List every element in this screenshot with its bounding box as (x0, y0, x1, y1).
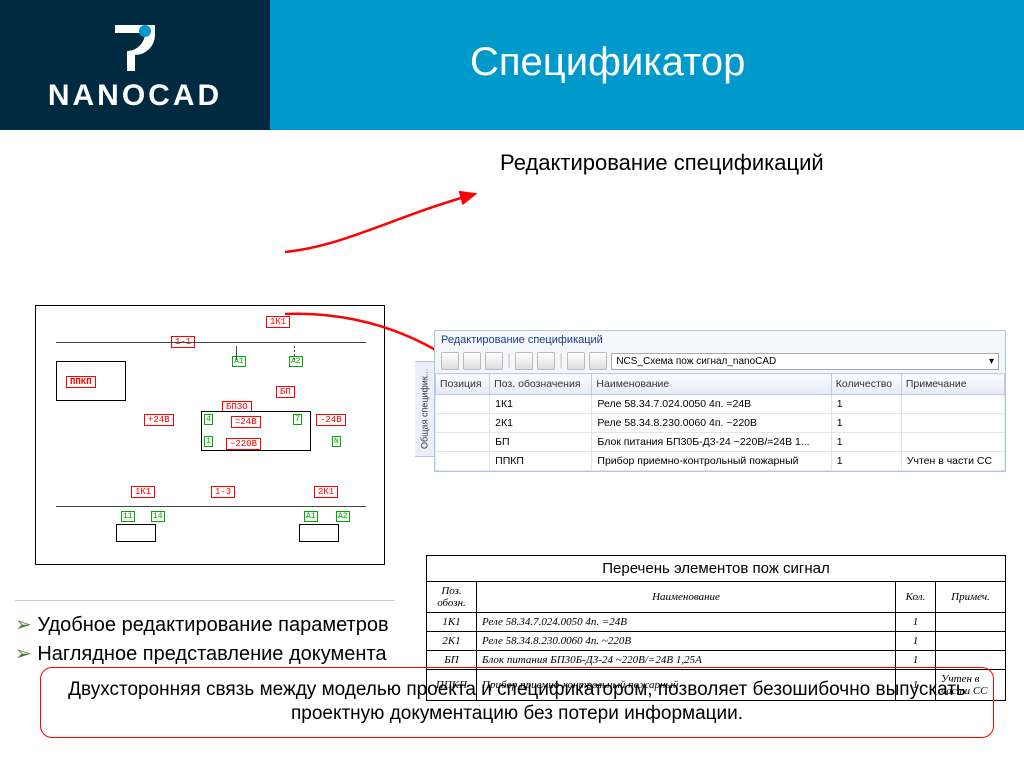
toolbar-icon[interactable] (441, 352, 459, 370)
bullet-list: Удобное редактирование параметров Нагляд… (15, 600, 395, 671)
spec-col-header: Поз. обозначения (490, 374, 592, 395)
table-cell: 2К1 (490, 414, 592, 433)
table-cell: 1 (831, 414, 901, 433)
table-cell: Реле 58.34.7.024.0050 4п. =24В (592, 395, 831, 414)
sch-lbl: +24В (144, 414, 174, 426)
table-cell (436, 433, 490, 452)
spec-toolbar: | | NCS_Схема пож сигнал_nanoCAD ▾ (435, 349, 1005, 373)
logo-icon (105, 17, 165, 73)
toolbar-icon[interactable] (567, 352, 585, 370)
sch-lbl: 14 (151, 511, 165, 522)
sch-lbl: -24В (316, 414, 346, 426)
brand-text: NANOCAD (48, 79, 222, 113)
sch-lbl: 1К1 (266, 316, 290, 328)
sch-lbl: 1-3 (211, 486, 235, 498)
spec-dropdown[interactable]: NCS_Схема пож сигнал_nanoCAD ▾ (611, 353, 999, 370)
table-cell (436, 395, 490, 414)
brand-logo-block: NANOCAD (0, 0, 270, 130)
sch-lbl: 11 (121, 511, 135, 522)
sch-lbl: =24В (231, 416, 261, 428)
spec-window-title: Редактирование спецификаций (435, 331, 1005, 349)
chevron-down-icon: ▾ (989, 356, 994, 367)
output-table-title: Перечень элементов пож сигнал (426, 555, 1006, 581)
toolbar-icon[interactable] (485, 352, 503, 370)
bullet-item: Удобное редактирование параметров (29, 613, 395, 638)
toolbar-icon[interactable] (589, 352, 607, 370)
sch-lbl: 1К1 (131, 486, 155, 498)
table-cell: 1 (896, 632, 936, 651)
sch-lbl: ~220В (226, 438, 261, 450)
spec-editor-window: Общая специфик... Редактирование специфи… (434, 330, 1006, 472)
table-cell: 1К1 (427, 613, 477, 632)
table-cell: 1 (831, 395, 901, 414)
table-cell (436, 414, 490, 433)
sch-lbl: А1 (232, 356, 246, 367)
spec-col-header: Примечание (901, 374, 1004, 395)
table-cell: Реле 58.34.7.024.0050 4п. =24В (477, 613, 896, 632)
table-cell: 1 (896, 613, 936, 632)
table-cell: 2К1 (427, 632, 477, 651)
sch-lbl: N (332, 436, 341, 447)
sch-lbl: ППКП (66, 376, 96, 388)
spec-col-header: Наименование (592, 374, 831, 395)
spec-table: ПозицияПоз. обозначенияНаименованиеКолич… (435, 373, 1005, 471)
table-cell (436, 452, 490, 471)
sch-lbl: А2 (289, 356, 303, 367)
table-cell: Реле 58.34.8.230.0060 4п. ~220В (477, 632, 896, 651)
table-cell: 1 (831, 452, 901, 471)
slide-header: NANOCAD Спецификатор (0, 0, 1024, 130)
table-row[interactable]: БПБлок питания БП30Б-Д3-24 ~220В/=24В 1.… (436, 433, 1005, 452)
sch-lbl: А1 (304, 511, 318, 522)
table-cell (901, 395, 1004, 414)
slide-content: Редактирование спецификаций Вывод таблиц… (0, 130, 1024, 768)
footer-callout: Двухсторонняя связь между моделью проект… (40, 667, 994, 738)
sch-lbl: 4 (204, 414, 213, 425)
dropdown-value: NCS_Схема пож сигнал_nanoCAD (616, 356, 776, 367)
table-cell: БП (490, 433, 592, 452)
table-cell (936, 613, 1006, 632)
spec-vertical-tab[interactable]: Общая специфик... (415, 361, 435, 457)
table-cell (901, 433, 1004, 452)
sch-lbl: 7 (293, 414, 302, 425)
spec-col-header: Количество (831, 374, 901, 395)
out-col-header: Наименование (477, 582, 896, 613)
subtitle-edit: Редактирование спецификаций (500, 150, 824, 176)
toolbar-icon[interactable] (515, 352, 533, 370)
spec-col-header: Позиция (436, 374, 490, 395)
table-cell: Реле 58.34.8.230.0060 4п. ~220В (592, 414, 831, 433)
out-col-header: Поз. обозн. (427, 582, 477, 613)
bullet-item: Наглядное представление документа (29, 642, 395, 667)
table-row: 1К1Реле 58.34.7.024.0050 4п. =24В1 (427, 613, 1006, 632)
table-cell: 1 (831, 433, 901, 452)
sch-lbl: 1 (204, 436, 213, 447)
slide-title: Спецификатор (470, 40, 745, 85)
toolbar-icon[interactable] (463, 352, 481, 370)
table-row[interactable]: 1К1Реле 58.34.7.024.0050 4п. =24В1 (436, 395, 1005, 414)
out-col-header: Кол. (896, 582, 936, 613)
sch-lbl: 2К1 (314, 486, 338, 498)
table-row: 2К1Реле 58.34.8.230.0060 4п. ~220В1 (427, 632, 1006, 651)
circuit-schematic: 1К1 1-1 ППКП А1 А2 БП БПЗО +24В -24В 4 =… (35, 305, 385, 565)
table-cell: ППКП (490, 452, 592, 471)
table-cell (936, 632, 1006, 651)
table-cell: Учтен в части СС (901, 452, 1004, 471)
sch-lbl: БП (276, 386, 295, 398)
table-row[interactable]: 2К1Реле 58.34.8.230.0060 4п. ~220В1 (436, 414, 1005, 433)
table-cell: 1К1 (490, 395, 592, 414)
table-cell (901, 414, 1004, 433)
table-cell: Прибор приемно-контрольный пожарный (592, 452, 831, 471)
sch-lbl: А2 (336, 511, 350, 522)
out-col-header: Примеч. (936, 582, 1006, 613)
table-row[interactable]: ППКППрибор приемно-контрольный пожарный1… (436, 452, 1005, 471)
toolbar-icon[interactable] (537, 352, 555, 370)
table-cell: Блок питания БП30Б-Д3-24 ~220В/=24В 1... (592, 433, 831, 452)
